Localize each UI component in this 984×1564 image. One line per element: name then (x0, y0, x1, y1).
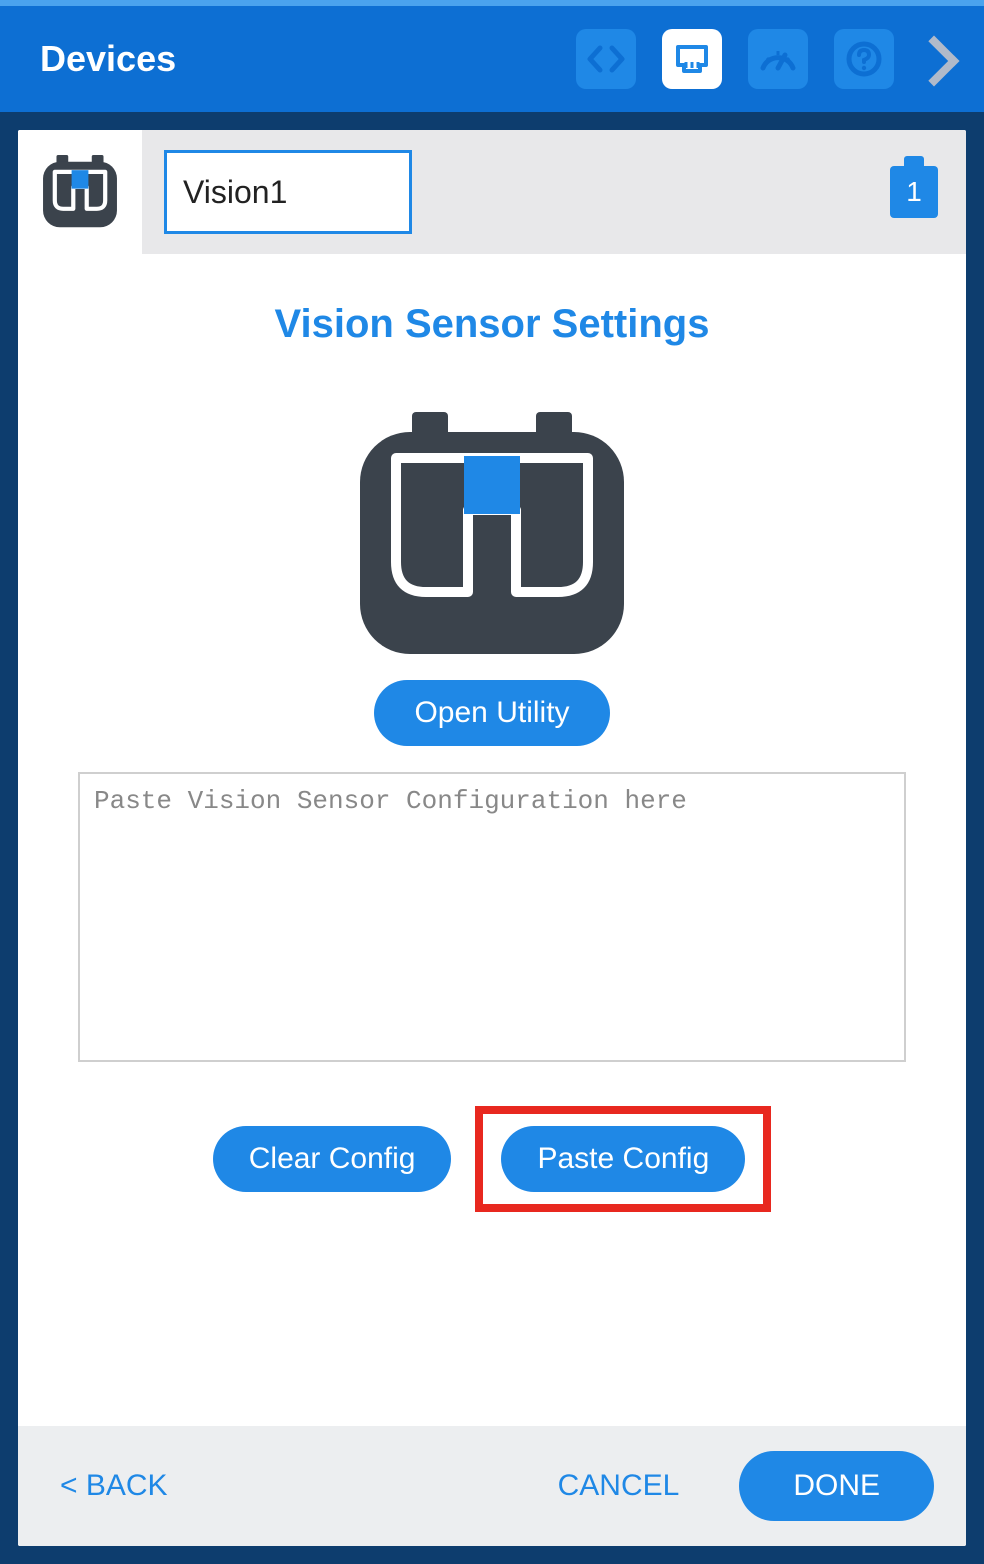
footer-bar: < BACK CANCEL DONE (18, 1426, 966, 1546)
open-utility-button[interactable]: Open Utility (374, 680, 609, 746)
tab-strip: 1 (18, 130, 966, 254)
help-icon[interactable] (834, 29, 894, 89)
device-tab[interactable] (18, 130, 142, 254)
chevron-right-icon[interactable] (920, 27, 956, 91)
topbar-icon-group (576, 27, 956, 91)
device-panel: 1 Vision Sensor Settings Open Utility Cl… (18, 130, 966, 1546)
config-button-row: Clear Config Paste Config (213, 1106, 772, 1212)
paste-config-button[interactable]: Paste Config (501, 1126, 745, 1192)
tab-header: 1 (142, 130, 966, 254)
settings-content: Vision Sensor Settings Open Utility Clea… (18, 254, 966, 1426)
vision-sensor-small-icon (38, 152, 122, 232)
clear-config-button[interactable]: Clear Config (213, 1126, 452, 1192)
paste-config-highlight: Paste Config (475, 1106, 771, 1212)
code-icon[interactable] (576, 29, 636, 89)
back-button[interactable]: < BACK (50, 1457, 178, 1515)
body-wrap: 1 Vision Sensor Settings Open Utility Cl… (0, 112, 984, 1564)
vision-sensor-large-icon (352, 412, 632, 658)
topbar: Devices (0, 0, 984, 112)
done-button[interactable]: DONE (739, 1451, 934, 1521)
cancel-button[interactable]: CANCEL (548, 1457, 690, 1515)
gauge-icon[interactable] (748, 29, 808, 89)
topbar-title: Devices (40, 38, 576, 80)
device-name-input[interactable] (164, 150, 412, 234)
port-badge[interactable]: 1 (890, 166, 938, 218)
settings-title: Vision Sensor Settings (275, 302, 710, 347)
config-textarea[interactable] (78, 772, 906, 1062)
device-port-icon[interactable] (662, 29, 722, 89)
